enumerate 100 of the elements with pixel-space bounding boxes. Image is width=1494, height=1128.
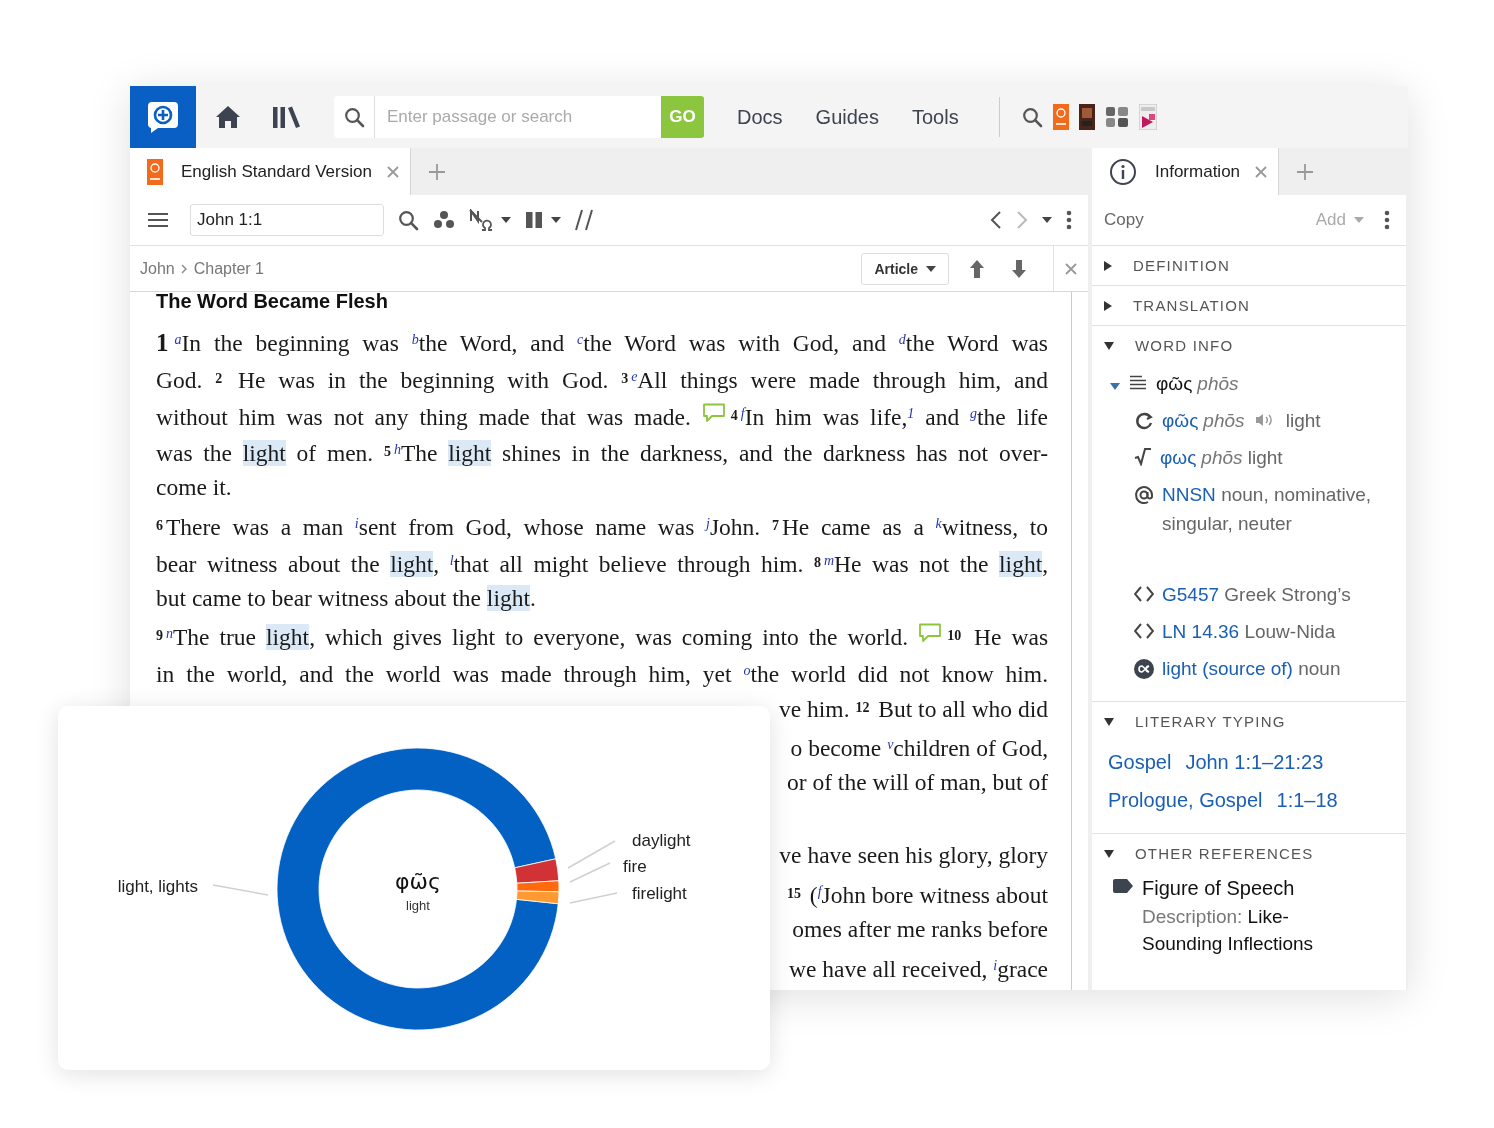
section-header[interactable]: LITERARY TYPING <box>1092 702 1406 741</box>
menu-icon[interactable] <box>148 212 168 228</box>
cross-reference-link[interactable]: i <box>354 516 359 531</box>
parallel-icon[interactable] <box>575 209 593 231</box>
search-icon[interactable] <box>1021 106 1043 128</box>
cross-reference-link[interactable]: i <box>993 957 998 973</box>
section-header[interactable]: DEFINITION <box>1092 246 1406 285</box>
transliteration: phōs <box>1197 372 1239 396</box>
more-icon[interactable] <box>1066 210 1072 230</box>
verse-text: God. <box>156 366 204 393</box>
breadcrumb-link[interactable]: Chapter 1 <box>193 259 264 278</box>
search-field[interactable]: Enter passage or search <box>374 96 661 138</box>
literary-type-link[interactable]: Prologue, Gospel <box>1108 781 1263 819</box>
book-cover-icon[interactable] <box>1078 104 1095 130</box>
leader-line <box>567 840 616 869</box>
columns-icon[interactable] <box>525 211 543 229</box>
book-cover-icon <box>147 158 163 185</box>
verse-text: we have all received, <box>789 955 989 982</box>
puzzle-icon[interactable] <box>1104 105 1129 129</box>
section-header[interactable]: OTHER REFERENCES <box>1092 834 1406 873</box>
close-icon[interactable] <box>1064 261 1078 276</box>
search-button[interactable] <box>334 96 374 138</box>
nav-link[interactable]: Tools <box>911 105 959 129</box>
section-header[interactable]: TRANSLATION <box>1092 286 1406 325</box>
more-icon[interactable] <box>1384 210 1390 230</box>
speaker-icon[interactable] <box>1254 413 1273 427</box>
interlinear-icon[interactable] <box>469 209 493 231</box>
cross-reference-link[interactable]: f <box>740 405 745 421</box>
cross-reference-link[interactable]: n <box>166 626 173 642</box>
cross-reference-link[interactable]: f <box>817 883 822 899</box>
cross-reference-link[interactable]: m <box>823 552 835 568</box>
description-text: Description: Like-Sounding Inflections <box>1142 905 1315 956</box>
home-icon[interactable] <box>215 105 241 129</box>
nav-link[interactable]: Docs <box>737 105 783 129</box>
word-link[interactable]: G5457 <box>1162 584 1220 605</box>
cross-reference-link[interactable]: a <box>174 332 182 347</box>
cross-reference-link[interactable]: g <box>970 405 978 421</box>
breadcrumb-link[interactable]: John <box>140 259 175 278</box>
reference-link[interactable]: 1:1–18 <box>1276 781 1338 819</box>
caret-icon[interactable] <box>551 217 561 223</box>
cycle-icon <box>1134 411 1154 431</box>
cross-reference-link[interactable]: e <box>631 368 638 384</box>
cross-reference-link[interactable]: c <box>577 332 584 347</box>
caret-icon[interactable] <box>501 217 511 223</box>
word-link[interactable]: φως <box>1160 447 1197 468</box>
cross-reference-link[interactable]: j <box>706 516 710 531</box>
reference-link[interactable]: John 1:1–21:23 <box>1185 743 1324 781</box>
footnote-link[interactable]: 1 <box>907 405 915 421</box>
verse-number: 6 <box>156 518 163 533</box>
highlighted-word: light <box>390 550 434 577</box>
chat-plus-icon <box>145 99 181 135</box>
people-icon[interactable] <box>433 210 455 230</box>
word-link[interactable]: φῶς <box>1162 410 1199 431</box>
caret-icon <box>1354 217 1364 223</box>
app-logo[interactable] <box>130 86 196 148</box>
caret-icon[interactable] <box>1042 217 1052 223</box>
verse-text: , <box>1042 550 1049 577</box>
action-button[interactable]: Copy <box>1104 210 1144 230</box>
chart-label: fire <box>623 857 647 876</box>
verse-text: in the world, and the world was made through him, yet <box>156 661 733 688</box>
down-arrow-icon[interactable] <box>1011 258 1027 279</box>
reference-field[interactable]: John 1:1 <box>190 204 384 236</box>
up-arrow-icon[interactable] <box>969 258 985 279</box>
document-tab[interactable]: English Standard Version <box>130 148 411 195</box>
library-icon[interactable] <box>272 105 302 129</box>
verse-text: , which gives light to everyone, was coming into the world. <box>309 624 910 651</box>
caret-icon[interactable] <box>1110 383 1120 390</box>
document-tab[interactable]: Information <box>1092 148 1280 195</box>
cross-reference-link[interactable]: v <box>887 736 894 752</box>
word-link[interactable]: light (source of) <box>1162 658 1293 679</box>
verse-text: the Word, and <box>418 330 566 356</box>
word-link[interactable]: LN 14.36 <box>1162 621 1240 642</box>
cross-reference-link[interactable]: l <box>449 552 454 568</box>
word-link[interactable]: NNSN <box>1162 484 1216 505</box>
verse-text: But to all who did <box>877 695 1048 722</box>
verse-text: the Word was with God, and <box>583 330 887 356</box>
nav-link[interactable]: Guides <box>815 105 879 129</box>
expanded-triangle-icon <box>1104 341 1114 350</box>
verse-number: 12 <box>855 699 870 715</box>
cross-reference-link[interactable]: d <box>898 332 906 347</box>
chart-label: firelight <box>632 884 687 903</box>
cross-reference-link[interactable]: k <box>935 516 942 531</box>
verse-text: without him was not any thing made that was made. <box>156 403 692 430</box>
verse-number: 7 <box>771 518 779 533</box>
close-icon[interactable] <box>1254 164 1269 179</box>
literary-type-link[interactable]: Gospel <box>1108 743 1172 781</box>
word-info-entry: G5457 Greek Strong’s <box>1162 583 1352 607</box>
verse-text: that all might believe through him. <box>453 550 805 577</box>
cross-reference-link[interactable]: h <box>394 442 401 458</box>
back-icon[interactable] <box>990 210 1002 230</box>
cross-reference-link[interactable]: o <box>743 663 751 679</box>
view-dropdown[interactable]: Article <box>861 252 949 285</box>
cross-reference-link[interactable]: b <box>411 332 419 347</box>
close-icon[interactable] <box>385 164 400 179</box>
verse-text: witness, to <box>941 514 1048 540</box>
section-header[interactable]: WORD INFO <box>1092 326 1406 365</box>
highlighted-word: light <box>266 624 310 651</box>
verse-text: The true <box>173 624 258 651</box>
search-icon[interactable] <box>398 209 419 231</box>
reference-title[interactable]: Figure of Speech <box>1142 873 1362 903</box>
